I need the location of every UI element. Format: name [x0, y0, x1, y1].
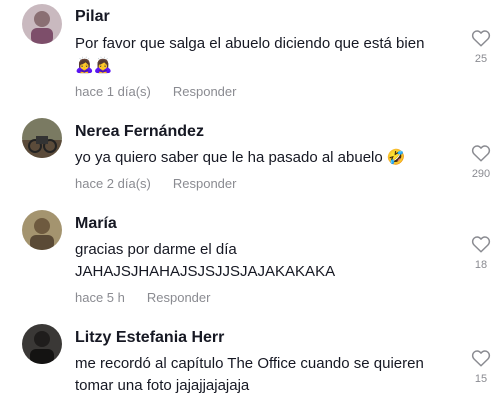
comment-author[interactable]: María — [75, 215, 117, 233]
avatar-image — [22, 118, 62, 158]
comment-meta: hace 5 h Responder — [75, 290, 210, 305]
comment-meta: hace 1 día(s) Responder — [75, 84, 236, 99]
comment-author[interactable]: Pilar — [75, 8, 110, 26]
heart-outline-icon — [471, 145, 491, 162]
comment-text-line: me recordó al capítulo The Office cuando… — [75, 355, 424, 372]
like-button[interactable]: 25 — [466, 29, 496, 65]
like-button[interactable]: 18 — [466, 235, 496, 271]
avatar[interactable] — [22, 210, 62, 250]
comment-timestamp: hace 1 día(s) — [75, 84, 151, 99]
comment-text-line: 🙇‍♀️🙇‍♀️ — [75, 57, 113, 74]
comment-text-line: JAHAJSJHAHAJSJSJJSJAJAKAKAKA — [75, 263, 336, 280]
comment-text-line: tomar una foto jajajjajajaja — [75, 377, 250, 394]
reply-button[interactable]: Responder — [173, 176, 237, 191]
comment-text: yo ya quiero saber que le ha pasado al a… — [75, 147, 455, 169]
comment-text: Por favor que salga el abuelo diciendo q… — [75, 33, 455, 77]
comment-timestamp: hace 2 día(s) — [75, 176, 151, 191]
comment-text-line: gracias por darme el día — [75, 241, 237, 258]
comment-text-line: yo ya quiero saber que le ha pasado al a… — [75, 149, 406, 166]
like-button[interactable]: 15 — [466, 349, 496, 385]
like-count: 15 — [474, 373, 488, 385]
reply-button[interactable]: Responder — [173, 84, 237, 99]
heart-outline-icon — [471, 236, 491, 253]
avatar-image — [22, 324, 62, 364]
avatar[interactable] — [22, 324, 62, 364]
like-count: 25 — [474, 53, 488, 65]
heart-outline-icon — [471, 30, 491, 47]
comment-text: gracias por darme el día JAHAJSJHAHAJSJS… — [75, 239, 455, 283]
avatar-image — [22, 4, 62, 44]
avatar[interactable] — [22, 118, 62, 158]
comment-text-line: Por favor que salga el abuelo diciendo q… — [75, 35, 425, 52]
comment-author[interactable]: Litzy Estefania Herr — [75, 329, 224, 347]
reply-button[interactable]: Responder — [147, 290, 211, 305]
avatar[interactable] — [22, 4, 62, 44]
comment-author[interactable]: Nerea Fernández — [75, 123, 204, 141]
heart-outline-icon — [471, 350, 491, 367]
comment-meta: hace 2 día(s) Responder — [75, 176, 236, 191]
like-button[interactable]: 290 — [466, 144, 496, 180]
comment-timestamp: hace 5 h — [75, 290, 125, 305]
avatar-image — [22, 210, 62, 250]
like-count: 290 — [471, 168, 491, 180]
like-count: 18 — [474, 259, 488, 271]
comment-text: me recordó al capítulo The Office cuando… — [75, 353, 455, 397]
